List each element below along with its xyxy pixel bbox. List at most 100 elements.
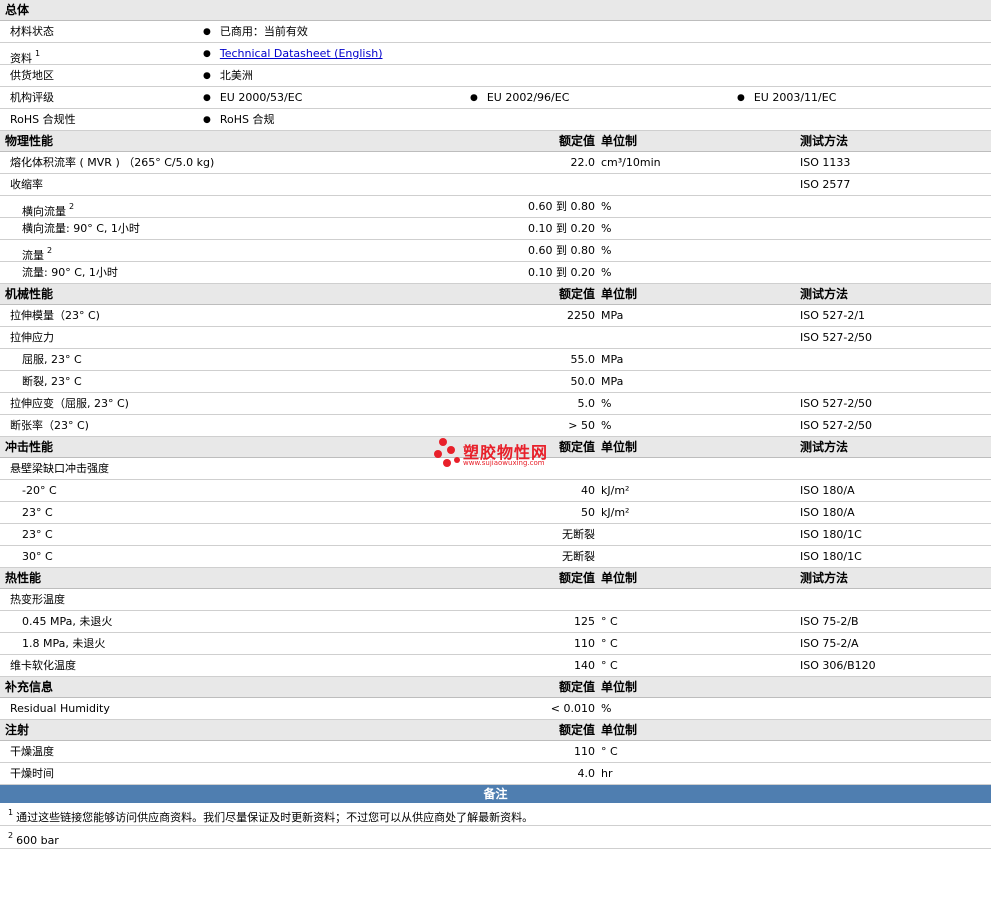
property-row: 干燥温度 110 ° C xyxy=(0,741,991,763)
property-value: 22.0 xyxy=(570,156,596,169)
property-row: 干燥时间 4.0 hr xyxy=(0,763,991,785)
property-value: 140 xyxy=(574,659,595,672)
property-value: 0.60 到 0.80 xyxy=(528,244,595,257)
region-value: 北美洲 xyxy=(203,69,253,84)
property-value: < 0.010 xyxy=(550,702,595,715)
section-header-thermal: 热性能 额定值 单位制 测试方法 xyxy=(0,568,991,589)
property-unit: % xyxy=(601,266,612,279)
property-unit: % xyxy=(601,244,612,257)
property-unit: % xyxy=(601,702,612,715)
row-region: 供货地区 北美洲 xyxy=(0,65,991,87)
column-header-value: 额定值 xyxy=(558,571,595,585)
column-header-value: 额定值 xyxy=(558,287,595,301)
row-material-status: 材料状态 已商用：当前有效 xyxy=(0,21,991,43)
property-row: 1.8 MPa, 未退火 110 ° C ISO 75-2/A xyxy=(0,633,991,655)
property-unit: % xyxy=(601,419,612,432)
property-method: ISO 180/A xyxy=(800,484,855,497)
property-unit: % xyxy=(601,222,612,235)
property-value: 4.0 xyxy=(577,767,596,780)
property-unit: % xyxy=(601,397,612,410)
agency-value: EU 2003/11/EC xyxy=(737,91,837,106)
property-method: ISO 527-2/50 xyxy=(800,419,873,432)
property-unit: MPa xyxy=(601,353,624,366)
property-label: 流量 2 xyxy=(22,246,53,262)
technical-datasheet-link[interactable]: Technical Datasheet (English) xyxy=(220,47,383,60)
material-status-value: 已商用：当前有效 xyxy=(203,25,308,40)
property-label: 悬壁梁缺口冲击强度 xyxy=(10,462,109,475)
column-header-value: 额定值 xyxy=(558,723,595,737)
molecule-icon xyxy=(434,438,460,467)
column-header-value: 额定值 xyxy=(558,440,595,454)
property-row: 屈服, 23° C 55.0 MPa xyxy=(0,349,991,371)
row-literature: 资料1 Technical Datasheet (English) xyxy=(0,43,991,65)
property-label: 维卡软化温度 xyxy=(10,659,76,672)
property-method: ISO 75-2/A xyxy=(800,637,859,650)
column-header-unit: 单位制 xyxy=(601,680,638,694)
property-label: 23° C xyxy=(22,528,53,541)
column-header-unit: 单位制 xyxy=(601,440,638,454)
property-value: 110 xyxy=(574,745,595,758)
property-row: 拉伸应变（屈服, 23° C) 5.0% ISO 527-2/50 xyxy=(0,393,991,415)
property-value: 0.10 到 0.20 xyxy=(528,222,595,235)
property-row: 横向流量: 90° C, 1小时 0.10 到 0.20% xyxy=(0,218,991,240)
property-row: 0.45 MPa, 未退火 125 ° C ISO 75-2/B xyxy=(0,611,991,633)
property-label: 拉伸应变（屈服, 23° C) xyxy=(10,397,129,410)
section-header-general: 总体 xyxy=(0,0,991,21)
note-item: 2 600 bar xyxy=(0,826,991,849)
property-value: 55.0 xyxy=(570,353,596,366)
property-label: 收缩率 xyxy=(10,178,43,191)
property-label: 拉伸模量（23° C) xyxy=(10,309,100,322)
property-row: 断张率（23° C) > 50% ISO 527-2/50 xyxy=(0,415,991,437)
property-method: ISO 527-2/50 xyxy=(800,397,873,410)
property-unit: kJ/m² xyxy=(601,506,630,519)
property-row: 横向流量 2 0.60 到 0.80% xyxy=(0,196,991,218)
property-value: 110 xyxy=(574,637,595,650)
property-value: 50 xyxy=(581,506,595,519)
property-unit: % xyxy=(601,200,612,213)
column-header-unit: 单位制 xyxy=(601,287,638,301)
property-method: ISO 2577 xyxy=(800,178,851,191)
property-row: 收缩率 ISO 2577 xyxy=(0,174,991,196)
property-method: ISO 527-2/50 xyxy=(800,331,873,344)
watermark-logo: 塑胶物性网 www.sujiaowuxing.com xyxy=(433,436,563,470)
property-method: ISO 180/1C xyxy=(800,528,862,541)
section-header-mechanical: 机械性能 额定值 单位制 测试方法 xyxy=(0,284,991,305)
property-value: 无断裂 xyxy=(562,550,595,563)
property-label: 横向流量: 90° C, 1小时 xyxy=(22,222,140,235)
property-label: 熔化体积流率 ( MVR ) （265° C/5.0 kg) xyxy=(10,156,215,169)
property-row: 23° C 无断裂 ISO 180/1C xyxy=(0,524,991,546)
property-label: 干燥时间 xyxy=(10,767,54,780)
property-unit: kJ/m² xyxy=(601,484,630,497)
property-unit: ° C xyxy=(601,637,618,650)
property-unit: hr xyxy=(601,767,613,780)
property-method: ISO 1133 xyxy=(800,156,851,169)
notes-header: 备注 xyxy=(0,785,991,803)
property-unit: ° C xyxy=(601,615,618,628)
section-title: 冲击性能 xyxy=(5,440,54,454)
property-label: 30° C xyxy=(22,550,53,563)
property-value: 40 xyxy=(581,484,595,497)
property-method: ISO 75-2/B xyxy=(800,615,859,628)
property-method: ISO 306/B120 xyxy=(800,659,876,672)
property-value: 0.60 到 0.80 xyxy=(528,200,595,213)
column-header-unit: 单位制 xyxy=(601,571,638,585)
row-label: 材料状态 xyxy=(10,25,54,38)
property-label: 屈服, 23° C xyxy=(22,353,82,366)
property-row: Residual Humidity < 0.010% xyxy=(0,698,991,720)
property-row: 熔化体积流率 ( MVR ) （265° C/5.0 kg) 22.0 cm³/10… xyxy=(0,152,991,174)
literature-link-item: Technical Datasheet (English) xyxy=(203,47,383,62)
row-rohs: RoHS 合规性 RoHS 合规 xyxy=(0,109,991,131)
agency-value: EU 2002/96/EC xyxy=(470,91,570,106)
property-label: 23° C xyxy=(22,506,53,519)
section-title: 补充信息 xyxy=(5,680,54,694)
section-title: 热性能 xyxy=(5,571,42,585)
section-header-supplemental: 补充信息 额定值 单位制 xyxy=(0,677,991,698)
property-unit: MPa xyxy=(601,309,624,322)
property-method: ISO 527-2/1 xyxy=(800,309,866,322)
property-unit: cm³/10min xyxy=(601,156,661,169)
row-agency: 机构评级 EU 2000/53/EC EU 2002/96/EC EU 2003… xyxy=(0,87,991,109)
property-row: 流量 2 0.60 到 0.80% xyxy=(0,240,991,262)
property-value: 无断裂 xyxy=(562,528,595,541)
column-header-value: 额定值 xyxy=(558,134,595,148)
section-header-physical: 物理性能 额定值 单位制 测试方法 xyxy=(0,131,991,152)
